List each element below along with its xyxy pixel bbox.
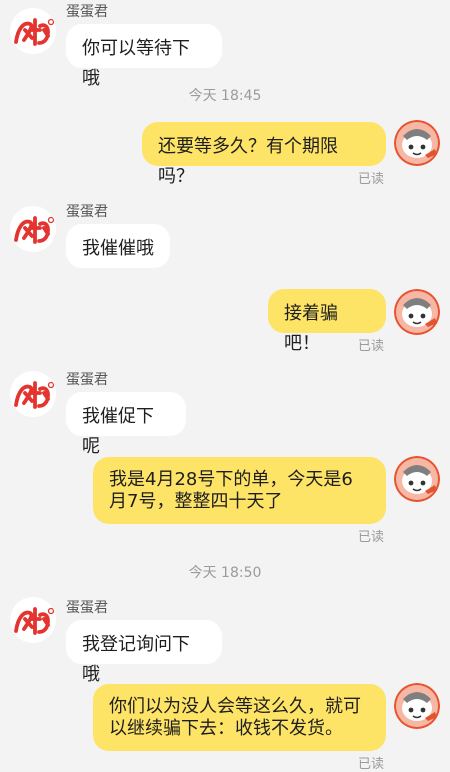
shop-avatar[interactable] [10, 206, 56, 252]
message-bubble-outgoing[interactable]: 你们以为没人会等这么久，就可 以继续骗下去：收钱不发货。 [93, 684, 386, 751]
shop-avatar[interactable] [10, 8, 56, 54]
timestamp: 今天 18:50 [188, 565, 262, 581]
sender-name: 蛋蛋君 [66, 372, 108, 388]
read-status: 已读 [358, 172, 385, 187]
user-avatar[interactable] [394, 456, 440, 502]
message-bubble-outgoing[interactable]: 接着骗吧！ [268, 289, 386, 354]
sender-name: 蛋蛋君 [66, 600, 108, 616]
message-bubble-incoming[interactable]: 我催催哦 [66, 224, 170, 268]
sender-name: 蛋蛋君 [66, 4, 108, 20]
read-status: 已读 [358, 757, 385, 772]
user-avatar[interactable] [394, 120, 440, 166]
user-avatar-icon [394, 289, 440, 335]
shop-avatar[interactable] [10, 371, 56, 417]
shop-logo-icon [14, 380, 56, 409]
message-bubble-outgoing[interactable]: 还要等多久？有个期限吗？ [142, 122, 386, 187]
shop-avatar[interactable] [10, 597, 56, 643]
user-avatar[interactable] [394, 683, 440, 729]
user-avatar-icon [394, 456, 440, 502]
user-avatar-icon [394, 683, 440, 729]
shop-logo-icon [14, 215, 56, 244]
message-bubble-incoming[interactable]: 我登记询问下哦 [66, 620, 222, 685]
shop-logo-icon [14, 17, 56, 46]
timestamp: 今天 18:45 [188, 88, 262, 104]
message-bubble-outgoing[interactable]: 我是4月28号下的单，今天是6 月7号，整整四十天了 [93, 457, 386, 524]
message-bubble-incoming[interactable]: 你可以等待下哦 [66, 24, 222, 89]
read-status: 已读 [358, 530, 385, 545]
message-bubble-incoming[interactable]: 我催促下呢 [66, 392, 186, 457]
sender-name: 蛋蛋君 [66, 204, 108, 220]
user-avatar-icon [394, 120, 440, 166]
read-status: 已读 [358, 339, 385, 354]
shop-logo-icon [14, 606, 56, 635]
user-avatar[interactable] [394, 289, 440, 335]
